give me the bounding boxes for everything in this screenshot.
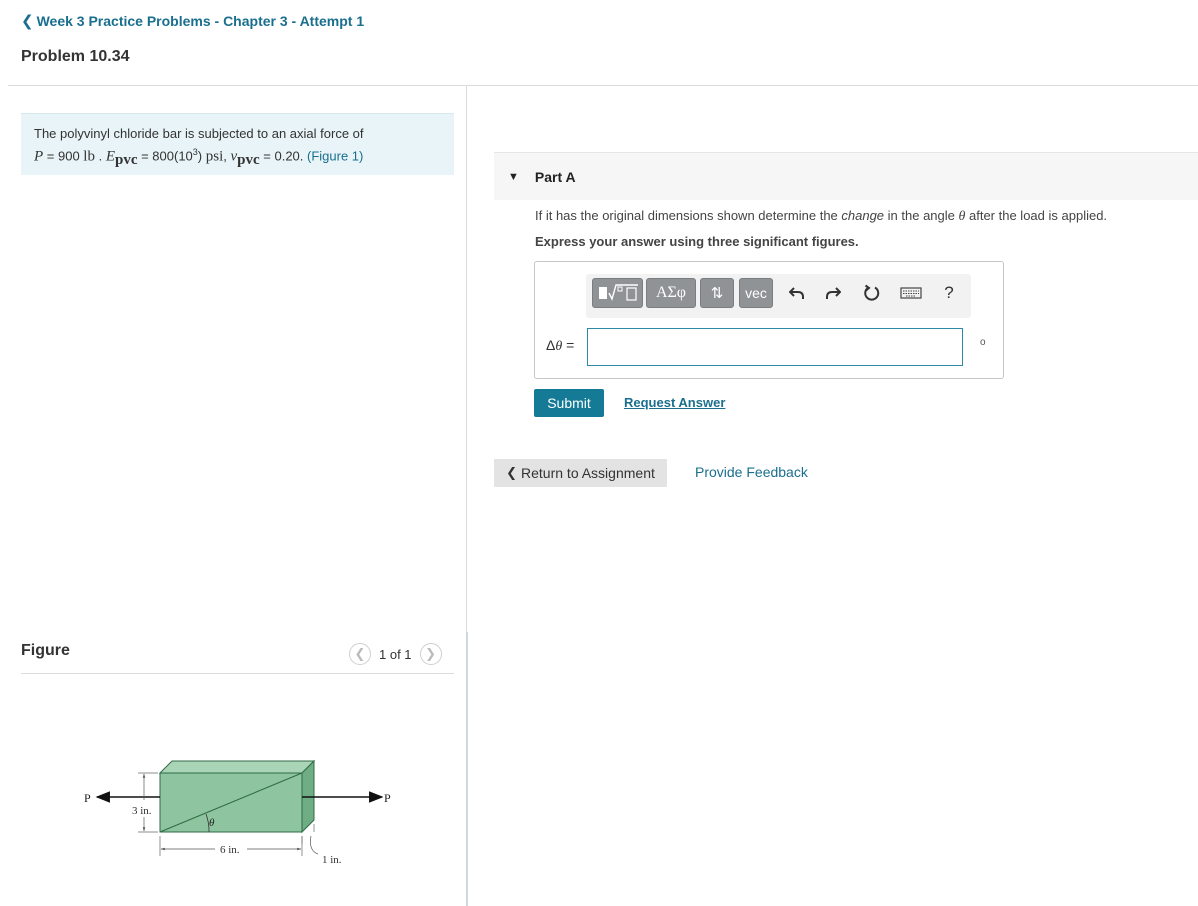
modulus-close: ) xyxy=(197,148,206,164)
part-a-question: If it has the original dimensions shown … xyxy=(535,208,1107,225)
depth-label: 1 in. xyxy=(322,854,342,866)
fraction-sqrt-template-icon xyxy=(598,284,638,301)
height-label: 3 in. xyxy=(132,805,152,817)
bar-figure: θ P P 3 in. 6 in. 1 in. xyxy=(84,759,391,866)
chevron-right-icon: ❯ xyxy=(425,646,436,661)
undo-button[interactable] xyxy=(786,278,808,308)
help-button[interactable]: ? xyxy=(939,278,959,308)
page-title: Problem 10.34 xyxy=(21,48,130,65)
reset-icon xyxy=(864,284,880,301)
figure-heading: Figure xyxy=(21,642,70,659)
column-divider-accent xyxy=(466,632,468,906)
figure-count: 1 of 1 xyxy=(379,646,412,662)
force-variable: P xyxy=(34,148,44,165)
degree-unit: o xyxy=(980,337,986,348)
modulus-value: = 800(10 xyxy=(137,148,193,164)
keyboard-icon xyxy=(900,287,922,299)
answer-instruction: Express your answer using three signific… xyxy=(535,234,859,249)
length-label: 6 in. xyxy=(220,844,240,856)
reset-button[interactable] xyxy=(861,278,883,308)
chevron-left-icon: ❮ xyxy=(354,646,366,661)
depth-leader xyxy=(310,835,319,855)
problem-statement: The polyvinyl chloride bar is subjected … xyxy=(21,113,454,175)
greek-symbols-button[interactable]: ΑΣφ xyxy=(646,278,696,308)
templates-button[interactable] xyxy=(592,278,643,308)
delta-symbol: Δ xyxy=(546,337,556,353)
keyboard-button[interactable] xyxy=(899,278,923,308)
provide-feedback-link[interactable]: Provide Feedback xyxy=(695,464,808,480)
figure-pager: ❮ 1 of 1 ❯ xyxy=(349,643,442,665)
answer-input[interactable] xyxy=(587,328,963,366)
modulus-unit: psi xyxy=(205,148,224,165)
return-to-assignment-button[interactable]: ❮ Return to Assignment xyxy=(494,459,667,487)
modulus-subscript: pvc xyxy=(114,151,138,168)
redo-button[interactable] xyxy=(822,278,844,308)
question-text: after the load is applied. xyxy=(965,208,1108,223)
force-label-left: P xyxy=(84,791,91,805)
submit-button[interactable]: Submit xyxy=(534,389,604,417)
poisson-subscript: pvc xyxy=(237,151,260,168)
part-a-header[interactable]: ▼ Part A xyxy=(494,152,1198,200)
prev-figure-button[interactable]: ❮ xyxy=(349,643,371,665)
chevron-left-icon: ❮ xyxy=(506,465,518,480)
force-unit: lb xyxy=(83,148,95,165)
arrows-button[interactable]: ⇅ xyxy=(700,278,734,308)
poisson-value: = 0.20. xyxy=(259,148,308,164)
request-answer-link[interactable]: Request Answer xyxy=(624,395,725,410)
collapse-triangle-icon: ▼ xyxy=(508,170,519,183)
question-text: If it has the original dimensions shown … xyxy=(535,208,842,223)
redo-icon xyxy=(826,287,841,299)
statement-values: P = 900 lb . Epvc = 800(103) psi, νpvc =… xyxy=(34,143,441,169)
vector-button[interactable]: vec xyxy=(739,278,773,308)
question-text: in the angle xyxy=(884,208,959,223)
breadcrumb-label: Week 3 Practice Problems - Chapter 3 - A… xyxy=(36,13,365,29)
angle-label: θ xyxy=(209,817,215,829)
modulus-variable: E xyxy=(105,148,115,165)
math-toolbar: ΑΣφ ⇅ vec ? xyxy=(586,274,971,318)
separator: , xyxy=(223,148,231,164)
separator: . xyxy=(94,148,106,164)
header-divider xyxy=(8,85,1198,86)
chevron-left-icon: ❮ xyxy=(21,13,34,30)
part-a-label: Part A xyxy=(534,168,576,185)
force-value: = 900 xyxy=(43,148,84,164)
force-label-right: P xyxy=(384,791,391,805)
answer-variable-label: Δθ = xyxy=(546,337,574,355)
question-emphasis: change xyxy=(841,208,885,223)
breadcrumb-back-link[interactable]: ❮ Week 3 Practice Problems - Chapter 3 -… xyxy=(21,12,364,30)
undo-icon xyxy=(789,287,804,299)
next-figure-button[interactable]: ❯ xyxy=(419,643,442,665)
block-top-face xyxy=(158,760,316,774)
statement-intro: The polyvinyl chloride bar is subjected … xyxy=(34,126,364,141)
equals-sign: = xyxy=(562,337,575,353)
return-label: Return to Assignment xyxy=(521,465,655,481)
figure-link[interactable]: (Figure 1) xyxy=(307,148,363,163)
